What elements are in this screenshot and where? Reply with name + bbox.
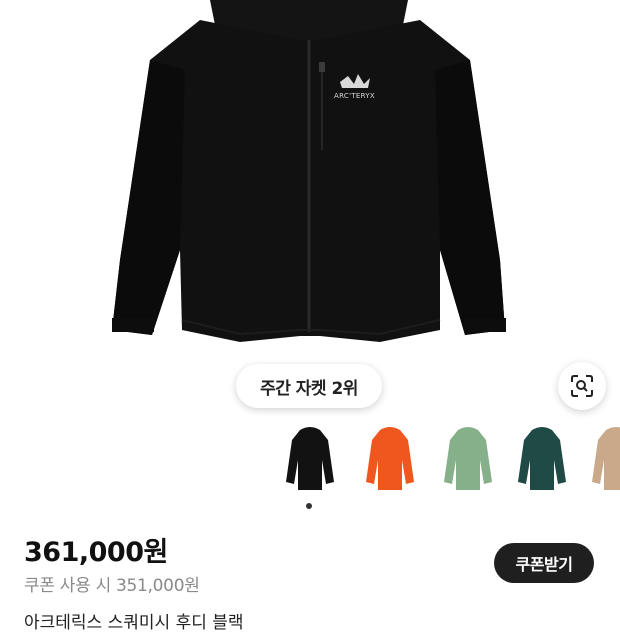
rank-badge: 주간 자켓 2위 bbox=[236, 364, 382, 408]
product-price: 361,000원 bbox=[24, 537, 168, 568]
product-image[interactable]: ARC'TERYX bbox=[0, 0, 620, 410]
product-title: 아크테릭스 스쿼미시 후디 블랙 bbox=[24, 613, 244, 633]
brand-logo: ARC'TERYX bbox=[334, 92, 376, 100]
color-option-tan[interactable] bbox=[588, 424, 620, 500]
get-coupon-button[interactable]: 쿠폰받기 bbox=[494, 543, 594, 583]
jacket-illustration bbox=[112, 0, 506, 342]
coupon-price: 쿠폰 사용 시 351,000원 bbox=[24, 576, 200, 596]
color-option-sage-green[interactable] bbox=[440, 424, 496, 500]
lens-search-button[interactable] bbox=[558, 362, 606, 410]
color-options bbox=[282, 424, 620, 504]
selected-color-indicator bbox=[306, 503, 312, 509]
jacket-thumbnail-dark-teal bbox=[518, 427, 566, 490]
jacket-thumbnail-tan bbox=[592, 427, 620, 490]
jacket-thumbnail-black bbox=[286, 427, 334, 490]
color-option-black[interactable] bbox=[282, 424, 338, 500]
camera-search-icon bbox=[571, 375, 593, 397]
jacket-thumbnail-orange bbox=[366, 427, 414, 490]
jacket-thumbnail-sage-green bbox=[444, 427, 492, 490]
color-option-dark-teal[interactable] bbox=[514, 424, 570, 500]
color-option-orange[interactable] bbox=[362, 424, 418, 500]
